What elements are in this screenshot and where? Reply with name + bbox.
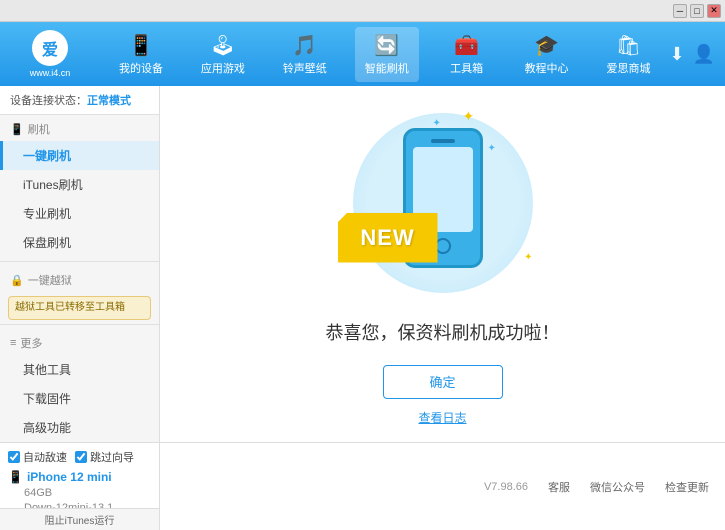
nav-smart-flash[interactable]: 🔄 智能刷机 [355, 27, 419, 82]
content-area: NEW ✦ ✦ ✦ ✦ 恭喜您，保资料刷机成功啦！ 确定 查看日志 [160, 86, 725, 442]
sidebar-item-pro-flash[interactable]: 专业刷机 [0, 199, 159, 228]
window-controls: ─ □ ✕ [673, 4, 721, 18]
footer-links: V7.98.66 客服 微信公众号 检查更新 [160, 443, 725, 530]
logo[interactable]: 爱 www.i4.cn [10, 29, 90, 79]
device-storage: 64GB [8, 487, 151, 499]
sidebar-item-save-flash[interactable]: 保盘刷机 [0, 228, 159, 257]
nav-mall-label: 爱思商城 [606, 60, 650, 76]
nav-apps-games-label: 应用游戏 [201, 60, 245, 76]
sidebar-item-itunes-flash[interactable]: iTunes刷机 [0, 170, 159, 199]
device-name-text: iPhone 12 mini [27, 470, 112, 484]
options-checkboxes: 自动敌速 跳过向导 [8, 449, 151, 465]
new-banner-text: NEW [360, 225, 414, 251]
header: 爱 www.i4.cn 📱 我的设备 🕹 应用游戏 🎵 铃声壁纸 🔄 智能刷机 … [0, 22, 725, 86]
smart-flash-icon: 🔄 [374, 33, 399, 58]
nav-smart-flash-label: 智能刷机 [365, 60, 409, 76]
maximize-button[interactable]: □ [690, 4, 704, 18]
sidebar-divider-1 [0, 261, 159, 262]
success-illustration: NEW ✦ ✦ ✦ ✦ [333, 103, 553, 303]
sparkle-1: ✦ [463, 108, 475, 125]
auto-flash-checkbox[interactable]: 自动敌速 [8, 449, 67, 465]
status-value: 正常模式 [87, 95, 131, 107]
skip-wizard-label: 跳过向导 [90, 449, 134, 465]
nav-mall[interactable]: 🛍 爱思商城 [596, 27, 660, 82]
header-right: ⬇ 👤 [669, 44, 715, 65]
tutorial-icon: 🎓 [534, 33, 559, 58]
title-bar: ─ □ ✕ [0, 0, 725, 22]
skip-wizard-checkbox[interactable]: 跳过向导 [75, 449, 134, 465]
lock-icon: 🔒 [10, 274, 24, 287]
banner-shape: NEW [338, 213, 438, 263]
ringtones-icon: 🎵 [292, 33, 317, 58]
bottom-area: 自动敌速 跳过向导 📱 iPhone 12 mini 64GB Down-12m… [0, 442, 725, 530]
sparkle-3: ✦ [433, 118, 441, 129]
sparkle-4: ✦ [524, 252, 532, 263]
auto-flash-label: 自动敌速 [23, 449, 67, 465]
jailbreak-section-label: 一键越狱 [28, 272, 72, 288]
more-section-label: 更多 [20, 335, 42, 351]
flash-section-label: 刷机 [28, 121, 50, 137]
device-name: 📱 iPhone 12 mini [8, 470, 151, 484]
device-phone-icon: 📱 [8, 470, 23, 484]
status-label: 设备连接状态： [10, 95, 87, 107]
nav-my-device-label: 我的设备 [119, 60, 163, 76]
minimize-button[interactable]: ─ [673, 4, 687, 18]
nav-ringtones-label: 铃声壁纸 [283, 60, 327, 76]
mall-icon: 🛍 [616, 33, 641, 58]
toolbox-icon: 🧰 [454, 33, 479, 58]
support-link[interactable]: 客服 [548, 479, 570, 495]
sidebar-item-download-firmware[interactable]: 下载固件 [0, 384, 159, 413]
phone-speaker [431, 139, 455, 143]
nav-apps-games[interactable]: 🕹 应用游戏 [191, 27, 255, 82]
more-section-icon: ≡ [10, 337, 16, 349]
jailbreak-notice: 越狱工具已转移至工具箱 [8, 296, 151, 320]
nav-tutorial-label: 教程中心 [525, 60, 569, 76]
version-label: V7.98.66 [484, 481, 528, 493]
section-more-title: ≡ 更多 [0, 329, 159, 355]
sidebar-divider-2 [0, 324, 159, 325]
main-layout: 设备连接状态：正常模式 📱 刷机 一键刷机 iTunes刷机 专业刷机 保盘刷机… [0, 86, 725, 442]
wechat-link[interactable]: 微信公众号 [590, 479, 645, 495]
nav-toolbox-label: 工具箱 [450, 60, 483, 76]
nav-my-device[interactable]: 📱 我的设备 [109, 27, 173, 82]
flash-section-icon: 📱 [10, 123, 24, 136]
close-button[interactable]: ✕ [707, 4, 721, 18]
device-status-bar: 设备连接状态：正常模式 [0, 86, 159, 115]
success-title: 恭喜您，保资料刷机成功啦！ [326, 319, 560, 345]
sparkle-2: ✦ [488, 143, 496, 154]
user-button[interactable]: 👤 [693, 44, 715, 65]
stop-itunes-button[interactable]: 阻止iTunes运行 [0, 508, 160, 530]
nav-toolbox[interactable]: 🧰 工具箱 [437, 27, 497, 82]
confirm-button[interactable]: 确定 [383, 365, 503, 399]
my-device-icon: 📱 [129, 33, 154, 58]
check-update-link[interactable]: 检查更新 [665, 479, 709, 495]
diary-link[interactable]: 查看日志 [418, 409, 466, 426]
apps-games-icon: 🕹 [210, 33, 235, 58]
logo-icon: 爱 [32, 30, 68, 66]
sidebar: 设备连接状态：正常模式 📱 刷机 一键刷机 iTunes刷机 专业刷机 保盘刷机… [0, 86, 160, 442]
skip-wizard-input[interactable] [75, 451, 87, 463]
sidebar-item-advanced[interactable]: 高级功能 [0, 413, 159, 442]
nav-bar: 📱 我的设备 🕹 应用游戏 🎵 铃声壁纸 🔄 智能刷机 🧰 工具箱 🎓 教程中心… [100, 27, 669, 82]
auto-flash-input[interactable] [8, 451, 20, 463]
nav-ringtones[interactable]: 🎵 铃声壁纸 [273, 27, 337, 82]
sidebar-item-other-tools[interactable]: 其他工具 [0, 355, 159, 384]
download-button[interactable]: ⬇ [669, 44, 684, 65]
section-jailbreak-title: 🔒 一键越狱 [0, 266, 159, 292]
section-flash-title: 📱 刷机 [0, 115, 159, 141]
new-banner: NEW [338, 213, 438, 273]
logo-url: www.i4.cn [30, 68, 71, 78]
sidebar-item-one-key-flash[interactable]: 一键刷机 [0, 141, 159, 170]
nav-tutorial[interactable]: 🎓 教程中心 [515, 27, 579, 82]
